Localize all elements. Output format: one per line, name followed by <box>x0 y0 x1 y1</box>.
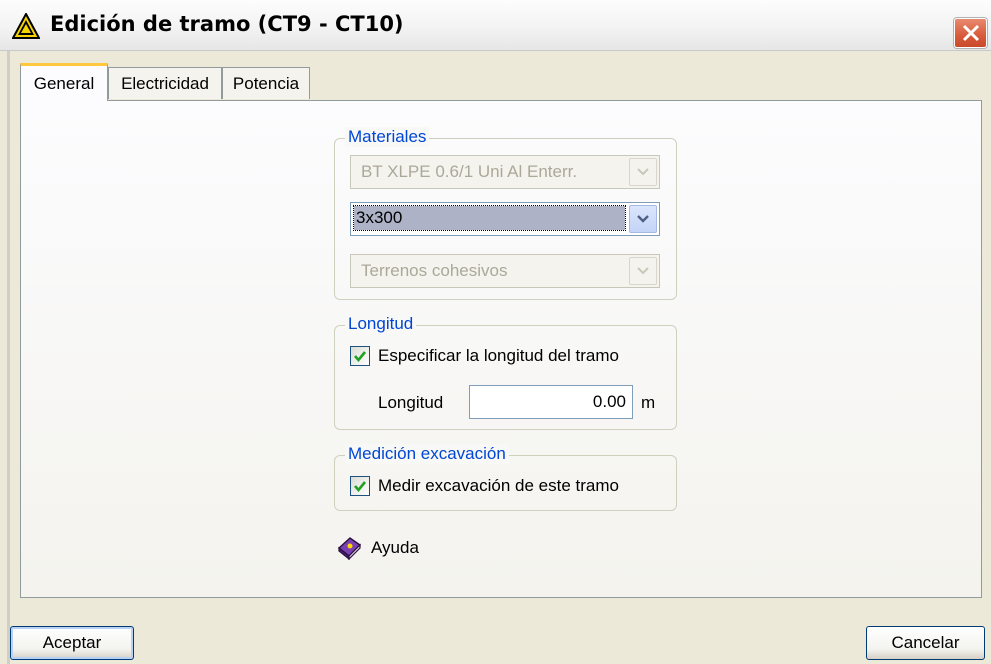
chevron-down-icon[interactable] <box>629 257 657 285</box>
specify-length-checkbox[interactable] <box>350 346 370 366</box>
terrain-select[interactable]: Terrenos cohesivos <box>350 254 660 288</box>
cable-type-value: BT XLPE 0.6/1 Uni Al Enterr. <box>361 162 578 181</box>
close-icon <box>962 24 980 42</box>
tab-potencia[interactable]: Potencia <box>222 67 310 99</box>
measure-excavation-checkbox[interactable] <box>350 476 370 496</box>
accept-button[interactable]: Aceptar <box>10 626 134 660</box>
length-input[interactable]: 0.00 <box>469 385 633 419</box>
window-frame <box>7 50 10 664</box>
length-unit: m <box>641 393 656 412</box>
chevron-down-icon[interactable] <box>629 205 657 233</box>
measure-excavation-label[interactable]: Medir excavación de este tramo <box>378 476 619 496</box>
tab-electricidad[interactable]: Electricidad <box>108 67 222 99</box>
warning-triangle-icon <box>11 11 41 39</box>
cable-type-select[interactable]: BT XLPE 0.6/1 Uni Al Enterr. <box>350 155 660 189</box>
help-link[interactable]: Ayuda <box>371 538 419 558</box>
tab-general[interactable]: General <box>20 63 108 101</box>
section-value: 3x300 <box>353 205 626 231</box>
close-button[interactable] <box>954 18 987 48</box>
cancel-button[interactable]: Cancelar <box>866 626 985 660</box>
checkmark-icon <box>354 481 367 493</box>
materiales-label: Materiales <box>345 127 430 147</box>
terrain-value: Terrenos cohesivos <box>361 261 508 280</box>
chevron-down-icon[interactable] <box>629 158 657 186</box>
length-field-label: Longitud <box>378 393 444 412</box>
title-bar[interactable]: Edición de tramo (CT9 - CT10) <box>0 0 991 51</box>
checkmark-icon <box>354 351 367 363</box>
window-title: Edición de tramo (CT9 - CT10) <box>50 12 404 36</box>
help-book-icon[interactable] <box>336 536 362 561</box>
specify-length-label[interactable]: Especificar la longitud del tramo <box>378 346 619 366</box>
excavacion-label: Medición excavación <box>345 444 509 464</box>
dialog-window: Edición de tramo (CT9 - CT10) General El… <box>0 0 991 664</box>
section-select[interactable]: 3x300 <box>350 202 660 236</box>
longitud-label: Longitud <box>345 314 417 334</box>
